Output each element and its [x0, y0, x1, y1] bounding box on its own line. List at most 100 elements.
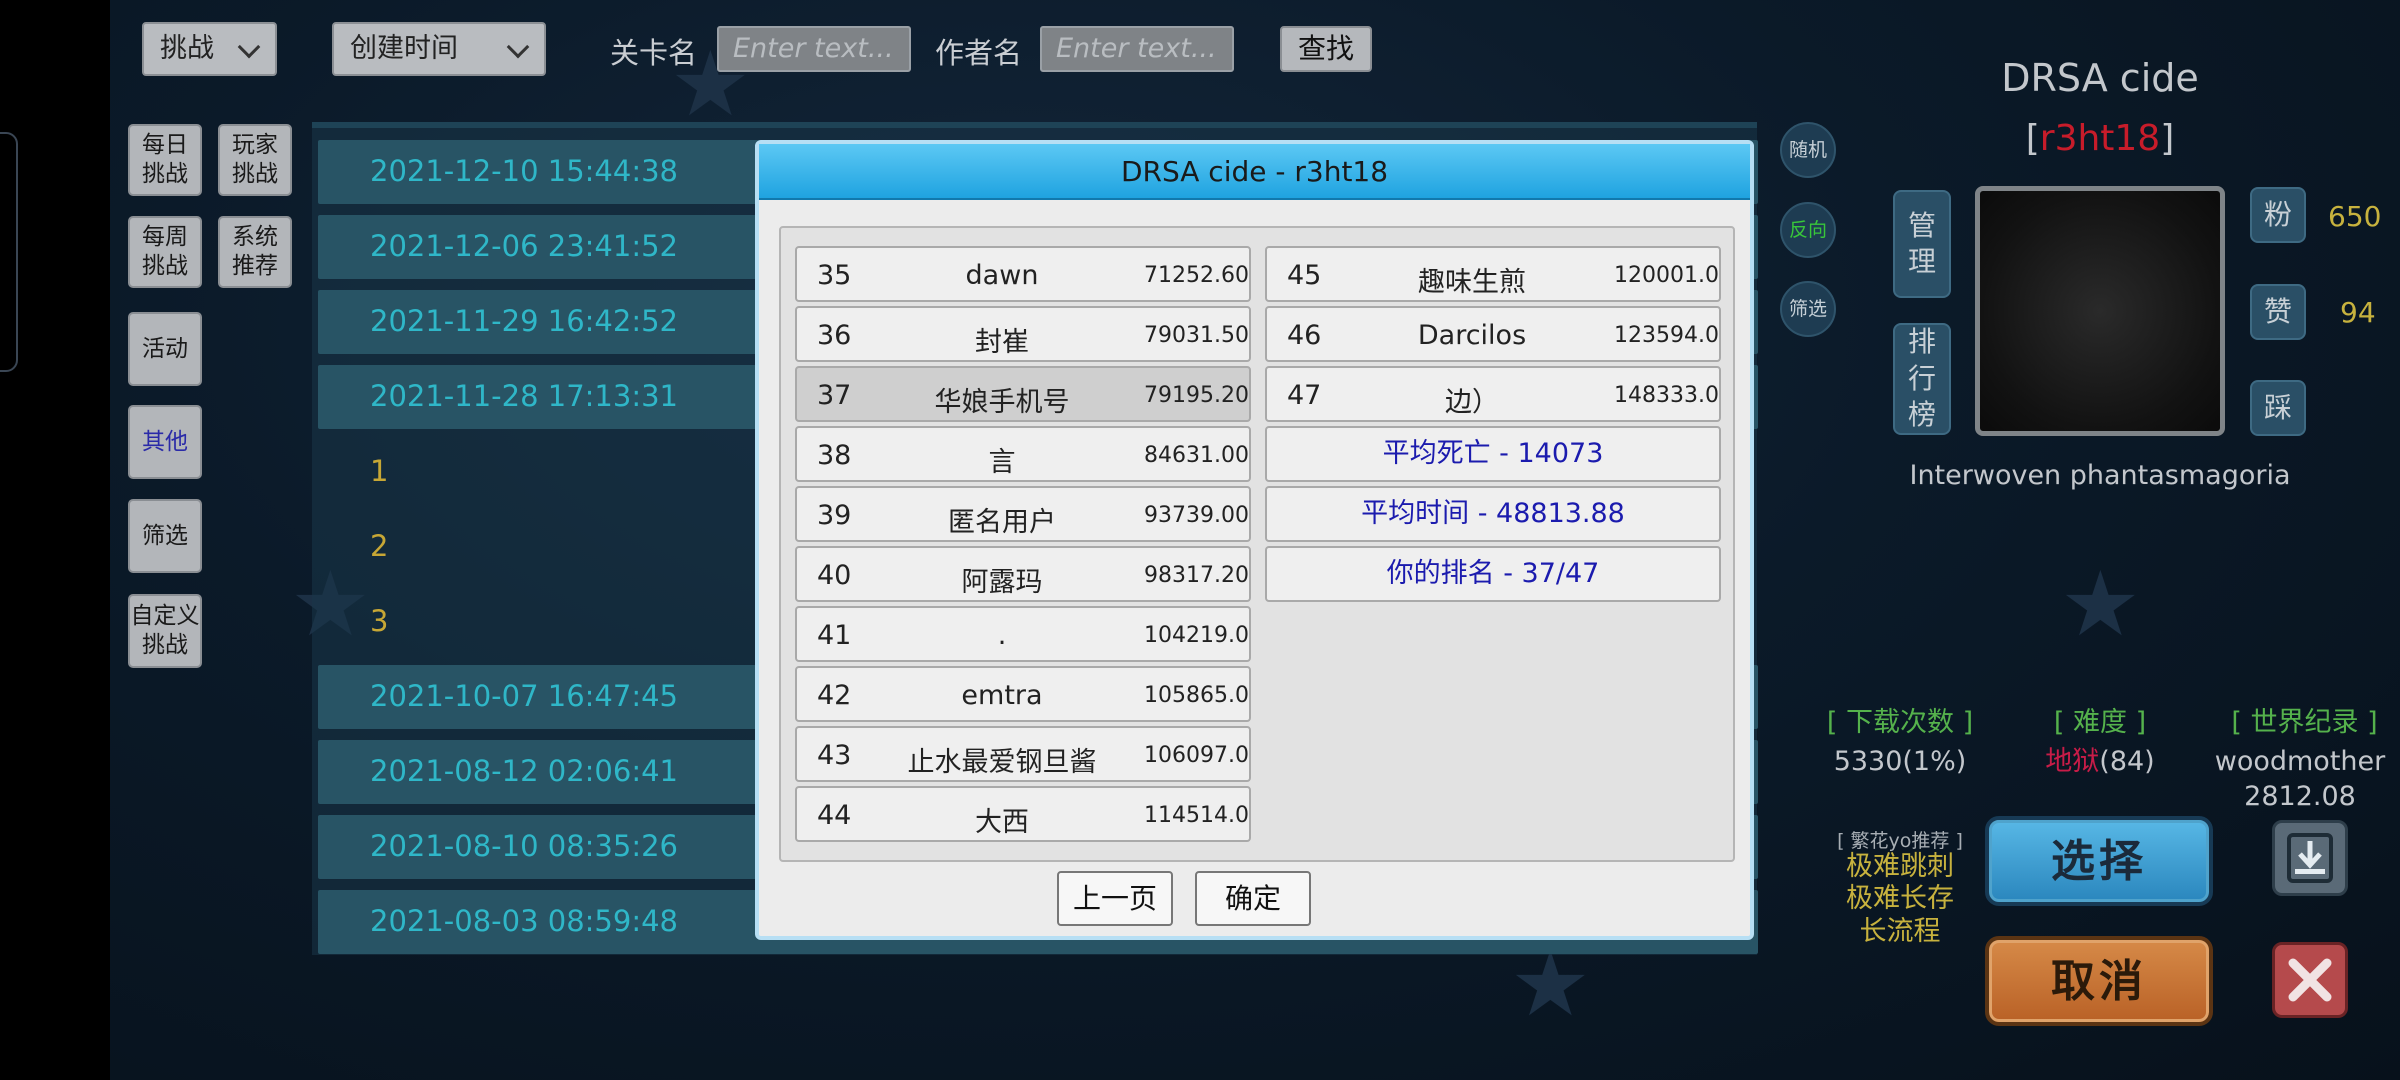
category-label: 筛选	[142, 522, 188, 549]
player-time: 114514.0	[1144, 803, 1249, 828]
difficulty-word: 地狱	[2045, 746, 2100, 777]
level-name-label: 关卡名	[610, 36, 698, 70]
category-label: 玩家挑战	[232, 132, 278, 187]
leaderboard-row: 35 dawn 71252.60	[795, 246, 1251, 302]
category-filter[interactable]: 筛选	[128, 499, 202, 573]
rank-number: 46	[1287, 320, 1322, 351]
find-button[interactable]: 查找	[1280, 26, 1372, 72]
leaderboard-row: 45 趣味生煎 120001.0	[1265, 246, 1721, 302]
manage-button[interactable]: 管理	[1893, 190, 1951, 298]
difficulty-value: 地狱(84)	[2000, 744, 2200, 779]
rank-number: 42	[817, 680, 852, 711]
player-time: 79195.20	[1144, 383, 1249, 408]
dialog-title: DRSA cide - r3ht18	[759, 144, 1750, 200]
category-custom[interactable]: 自定义挑战	[128, 594, 202, 668]
player-time: 98317.20	[1144, 563, 1249, 588]
likes-count: 94	[2340, 296, 2376, 329]
dislike-button[interactable]: 踩	[2250, 380, 2306, 436]
player-name: 阿露玛	[961, 567, 1043, 598]
player-time: 123594.0	[1614, 323, 1719, 348]
level-name-input[interactable]: Enter text...	[717, 26, 911, 72]
author-name[interactable]: r3ht18	[2040, 118, 2160, 159]
download-button[interactable]	[2272, 820, 2348, 896]
author-bracket: [	[2025, 118, 2040, 159]
star-decoration: ★	[2060, 552, 2141, 657]
type-dropdown[interactable]: 挑战	[142, 22, 277, 76]
your-rank: 你的排名 - 37/47	[1265, 546, 1721, 602]
player-name: 封崔	[975, 327, 1029, 358]
rank-number: 47	[1287, 380, 1322, 411]
record-time: 2812.08	[2244, 781, 2356, 813]
category-daily[interactable]: 每日挑战	[128, 124, 202, 196]
fans-count: 650	[2328, 200, 2382, 233]
download-icon	[2287, 833, 2333, 883]
downloads-value: 5330(1%)	[1833, 746, 1967, 777]
player-name: 言	[988, 447, 1016, 478]
player-name: 止水最爱钢旦酱	[907, 747, 1097, 778]
random-button[interactable]: 随机	[1780, 122, 1836, 178]
screen-notch	[0, 132, 18, 372]
like-button[interactable]: 赞	[2250, 284, 2306, 340]
author-input[interactable]: Enter text...	[1040, 26, 1234, 72]
player-time: 120001.0	[1614, 263, 1719, 288]
average-time: 平均时间 - 48813.88	[1265, 486, 1721, 542]
player-time: 105865.0	[1144, 683, 1249, 708]
leaderboard-row: 42 emtra 105865.0	[795, 666, 1251, 722]
player-name: 趣味生煎	[1418, 267, 1526, 298]
level-description: Interwoven phantasmagoria	[1909, 460, 2291, 491]
player-name: emtra	[961, 680, 1043, 711]
player-time: 104219.0	[1144, 623, 1249, 648]
leaderboard-row-highlighted: 37 华娘手机号 79195.20	[795, 366, 1251, 422]
category-label: 每周挑战	[142, 224, 188, 279]
category-weekly[interactable]: 每周挑战	[128, 216, 202, 288]
record-heading: [ 世界纪录 ]	[2231, 707, 2378, 738]
player-time: 106097.0	[1144, 743, 1249, 768]
rank-number: 45	[1287, 260, 1322, 291]
category-label: 其他	[142, 428, 188, 455]
player-time: 79031.50	[1144, 323, 1249, 348]
category-system[interactable]: 系统推荐	[218, 216, 292, 288]
leaderboard-row: 47 边） 148333.0	[1265, 366, 1721, 422]
ok-button[interactable]: 确定	[1195, 871, 1311, 926]
recommend-tag: 极难跳刺	[1846, 851, 1954, 882]
player-time: 93739.00	[1144, 503, 1249, 528]
recommend-tags: 极难跳刺 极难长存 长流程	[1820, 851, 1980, 948]
player-time: 71252.60	[1144, 263, 1249, 288]
chevron-down-icon	[237, 35, 261, 59]
recommend-tag: 长流程	[1859, 915, 1941, 947]
filter-round-button[interactable]: 筛选	[1780, 281, 1836, 337]
leaderboard-row: 38 言 84631.00	[795, 426, 1251, 482]
player-name: Darcilos	[1417, 320, 1527, 351]
category-label: 系统推荐	[232, 224, 278, 279]
rank-number: 35	[817, 260, 852, 291]
leaderboard-label: 排行榜	[1907, 325, 1936, 432]
downloads-heading: [ 下载次数 ]	[1826, 707, 1974, 738]
level-title: DRSA cide	[2001, 56, 2199, 100]
fans-button[interactable]: 粉	[2250, 187, 2306, 243]
rank-number: 39	[817, 500, 852, 531]
category-label: 自定义挑战	[130, 603, 200, 658]
reverse-button[interactable]: 反向	[1780, 202, 1836, 258]
difficulty-heading: [ 难度 ]	[2053, 707, 2147, 738]
record-holder: woodmother	[2214, 746, 2386, 777]
leaderboard-row: 46 Darcilos 123594.0	[1265, 306, 1721, 362]
category-event[interactable]: 活动	[128, 312, 202, 386]
select-button[interactable]: 选择	[1985, 816, 2213, 906]
close-icon	[2288, 958, 2332, 1002]
category-player[interactable]: 玩家挑战	[218, 124, 292, 196]
category-label: 每日挑战	[142, 132, 188, 187]
player-name: .	[997, 620, 1007, 651]
chevron-down-icon	[506, 35, 530, 59]
sort-dropdown-value: 创建时间	[350, 33, 458, 64]
player-time: 148333.0	[1614, 383, 1719, 408]
category-other[interactable]: 其他	[128, 405, 202, 479]
player-time: 84631.00	[1144, 443, 1249, 468]
previous-page-button[interactable]: 上一页	[1057, 871, 1173, 926]
leaderboard-table: 35 dawn 71252.60 36 封崔 79031.50 37 华娘手机号 79195…	[779, 226, 1735, 862]
sort-dropdown[interactable]: 创建时间	[332, 22, 546, 76]
close-button[interactable]	[2272, 942, 2348, 1018]
cancel-button[interactable]: 取消	[1985, 936, 2213, 1026]
rank-number: 36	[817, 320, 852, 351]
leaderboard-button[interactable]: 排行榜	[1893, 323, 1951, 435]
level-author: [r3ht18]	[1900, 118, 2300, 159]
